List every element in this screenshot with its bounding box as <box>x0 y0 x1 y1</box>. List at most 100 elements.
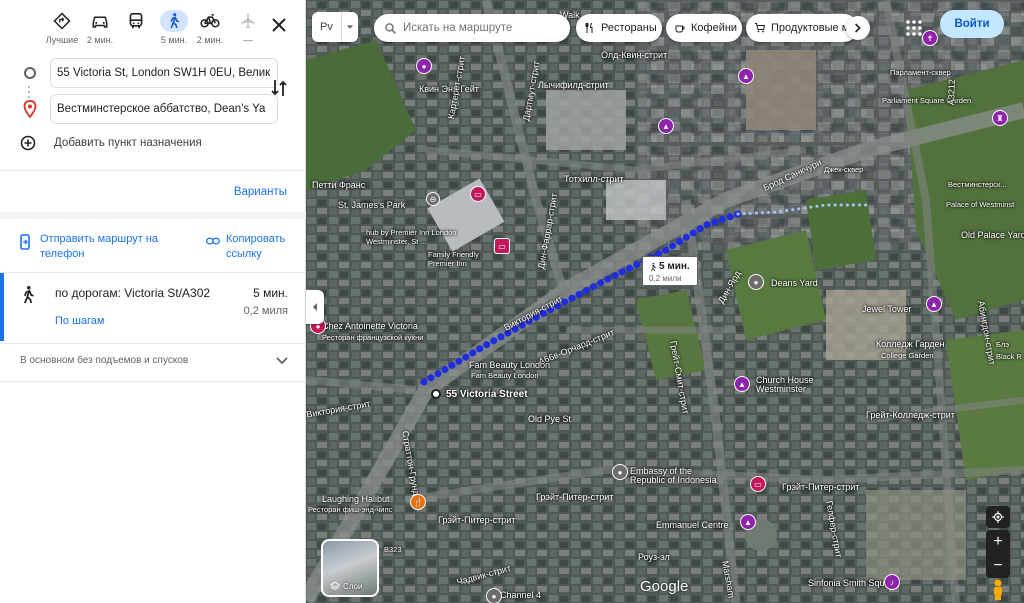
google-apps-button[interactable] <box>902 16 926 40</box>
terrain-info-row[interactable]: В основном без подъемов и спусков <box>0 345 306 381</box>
divider <box>0 381 306 382</box>
poi-sinfonia-icon[interactable]: ♪ <box>884 574 900 590</box>
map-label-jacks-place: Джек-сквер <box>824 165 864 174</box>
map-label-queen-annes-gate: Квин Энн Гейт <box>419 84 479 94</box>
car-icon <box>92 16 108 28</box>
map-label-fam-beauty-sub: Fam Beauty London <box>471 371 539 380</box>
poi-emmanuel-icon[interactable]: ▲ <box>740 514 756 530</box>
map-label-laughing-sub: Ресторан фиш-энд-чипс <box>308 505 393 514</box>
satellite-imagery <box>306 0 1024 603</box>
route-option-card[interactable]: по дорогам: Victoria St/A302 5 мин. 0,2 … <box>0 273 306 341</box>
destination-input[interactable] <box>50 94 278 124</box>
map-label-parliament-en: Parliament Square Garden <box>882 96 972 105</box>
directions-diamond-icon <box>53 12 71 30</box>
map-label-black-rod: Black R <box>996 352 1022 361</box>
origin-row <box>20 58 290 88</box>
map-label-parliament: Парламент-сквер <box>890 68 951 77</box>
poi-museum-icon[interactable]: ▲ <box>738 68 754 84</box>
map-label-great-peter3: Грэйт-Питер-стрит <box>782 482 860 492</box>
origin-input[interactable] <box>50 58 278 88</box>
dropdown-arrow-icon <box>346 25 354 29</box>
origin-marker[interactable] <box>431 389 441 399</box>
map-label-old-pye: Old Pye St <box>528 414 572 424</box>
divider <box>0 212 306 219</box>
cart-icon <box>755 23 766 33</box>
destination-row <box>20 94 290 124</box>
route-search-box[interactable] <box>374 14 570 42</box>
map-label-emmanuel: Emmanuel Centre <box>656 520 729 530</box>
add-destination-button[interactable]: Добавить пункт назначения <box>20 132 202 154</box>
poi-restaurant-icon[interactable]: 🍴 <box>410 494 426 510</box>
map-label-college-garden-en: College Garden <box>881 351 934 360</box>
options-button[interactable]: Варианты <box>234 186 287 198</box>
chevron-right-icon <box>855 23 861 33</box>
zoom-in-button[interactable]: + <box>986 530 1010 554</box>
layers-icon <box>330 581 340 590</box>
map-mode-dropdown[interactable]: Рv <box>312 12 358 42</box>
map-label-bles: Блэ <box>996 340 1010 349</box>
poi-tower-icon[interactable]: ♜ <box>992 110 1008 126</box>
map-label-chez: Chez Antoinette Victoria <box>322 321 418 331</box>
chip-groceries-label: Продуктовые м <box>771 22 850 34</box>
signin-button[interactable]: Войти <box>940 10 1004 38</box>
map-label-old-palace-yard: Old Palace Yard <box>961 230 1024 240</box>
chip-groceries[interactable]: Продуктовые м <box>746 14 858 42</box>
poi-jewel-tower-icon[interactable]: ▲ <box>926 296 942 312</box>
route-duration-label[interactable]: 5 мин. 0,2 мили <box>642 256 698 286</box>
poi-deans-yard-icon[interactable]: ● <box>748 274 764 290</box>
zoom-out-button[interactable]: − <box>986 554 1010 578</box>
search-icon <box>385 22 396 34</box>
map-label-b323: B323 <box>384 545 402 554</box>
apps-grid-icon <box>906 20 922 36</box>
map-label-lychfield: Лычифилд-стрит <box>538 80 609 90</box>
mode-flight-label: — <box>243 35 253 45</box>
poi-hotel-icon[interactable]: ▭ <box>470 186 486 202</box>
chip-coffee[interactable]: Кофейни <box>666 14 742 42</box>
route-search-input[interactable] <box>403 22 563 34</box>
poi-embassy-icon[interactable]: ● <box>612 464 628 480</box>
chips-next-button[interactable] <box>846 16 870 40</box>
map-label-55-victoria: 55 Victoria Street <box>446 389 528 400</box>
chip-restaurants-label: Рестораны <box>601 22 657 34</box>
bus-icon <box>129 13 143 29</box>
map-label-church-house: Church House Westminster <box>756 375 814 394</box>
map-label-laughing-halibut: Laughing Halibut <box>322 494 390 504</box>
map-label-palace-west: Palace of Westminst <box>946 200 1015 209</box>
mode-flight[interactable]: — <box>226 10 270 50</box>
layers-label: Слои <box>343 582 363 591</box>
map-label-westminster-abbey: Вестминстерск... <box>948 180 1007 189</box>
map-label-great-peter2: Грэйт-Питер-стрит <box>438 515 516 525</box>
divider <box>0 343 306 344</box>
walk-icon <box>170 13 180 29</box>
underground-station-icon[interactable]: ⊖ <box>426 192 440 206</box>
airplane-icon <box>241 13 255 29</box>
map-label-petty-france: Петти Франс <box>312 180 366 190</box>
poi-channel4-icon[interactable]: ● <box>486 588 502 603</box>
close-directions-button[interactable] <box>268 14 290 36</box>
map-label-fam-beauty: Fam Beauty London <box>469 360 551 370</box>
poi-church-house-icon[interactable]: ▲ <box>734 376 750 392</box>
map-label-a3212: A3212 <box>946 78 957 106</box>
poi-hotel-icon-2[interactable]: ▭ <box>750 476 766 492</box>
layers-button[interactable]: Слои <box>321 539 379 597</box>
restaurant-icon <box>585 22 593 33</box>
poi-attraction-icon[interactable]: ● <box>416 58 432 74</box>
destination-pin-icon <box>23 100 37 118</box>
map-label-hub-premier: hub by Premier Inn London Westminster, S… <box>366 228 457 246</box>
chip-coffee-label: Кофейни <box>691 22 738 34</box>
map-canvas[interactable]: Walk Олд-Квин-стрит Квин Энн Гейт Лычифи… <box>306 0 1024 603</box>
swap-origin-destination-button[interactable] <box>270 77 290 101</box>
poi-landmark-icon[interactable]: ▲ <box>658 118 674 134</box>
map-mode-label: Рv <box>320 21 333 33</box>
my-location-button[interactable] <box>986 506 1010 528</box>
street-view-pegman-icon[interactable] <box>988 578 1008 600</box>
bike-icon <box>200 14 220 28</box>
chip-restaurants[interactable]: Рестораны <box>576 14 662 42</box>
map-label-jewel-tower: Jewel Tower <box>862 304 912 314</box>
poi-hotel-premier-icon[interactable]: ▭ <box>494 238 510 254</box>
map-label-channel4: Channel 4 <box>500 590 542 600</box>
route-name: по дорогам: Victoria St/A302 <box>55 286 211 300</box>
collapse-panel-button[interactable] <box>306 290 324 324</box>
route-steps-link[interactable]: По шагам <box>55 315 104 327</box>
send-to-phone-label: Отправить маршрут на телефон <box>40 233 159 260</box>
